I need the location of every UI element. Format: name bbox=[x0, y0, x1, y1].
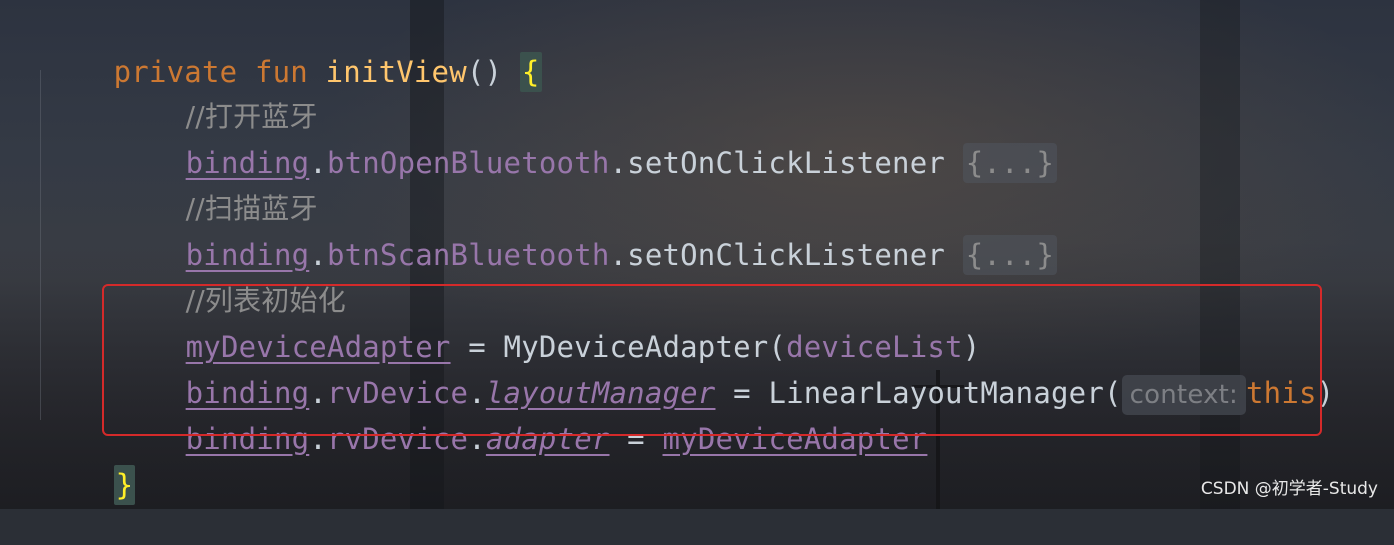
code-line-6: //列表初始化 bbox=[115, 240, 346, 317]
indent-guide bbox=[40, 70, 41, 420]
code-line-1: private fun initView() { bbox=[43, 12, 542, 92]
folded-block[interactable]: {...} bbox=[962, 143, 1058, 183]
folded-block[interactable]: {...} bbox=[962, 235, 1058, 275]
parens: () bbox=[466, 55, 503, 89]
method-call: .setOnClickListener bbox=[609, 146, 946, 180]
property: btnOpenBluetooth bbox=[326, 146, 610, 180]
highlight-box bbox=[102, 284, 1322, 436]
code-line-4: //扫描蓝牙 bbox=[115, 148, 318, 225]
close-brace: } bbox=[113, 465, 136, 505]
method-call: .setOnClickListener bbox=[609, 238, 946, 272]
code-editor[interactable]: private fun initView() { //打开蓝牙 binding.… bbox=[0, 0, 1394, 509]
code-line-5: binding.btnScanBluetooth.setOnClickListe… bbox=[115, 195, 1058, 275]
watermark: CSDN @初学者-Study bbox=[1200, 479, 1378, 499]
property: btnScanBluetooth bbox=[326, 238, 610, 272]
code-line-3: binding.btnOpenBluetooth.setOnClickListe… bbox=[115, 103, 1058, 183]
open-brace: { bbox=[519, 52, 542, 92]
code-line-2: //打开蓝牙 bbox=[115, 56, 318, 133]
function-name: initView bbox=[325, 55, 467, 89]
